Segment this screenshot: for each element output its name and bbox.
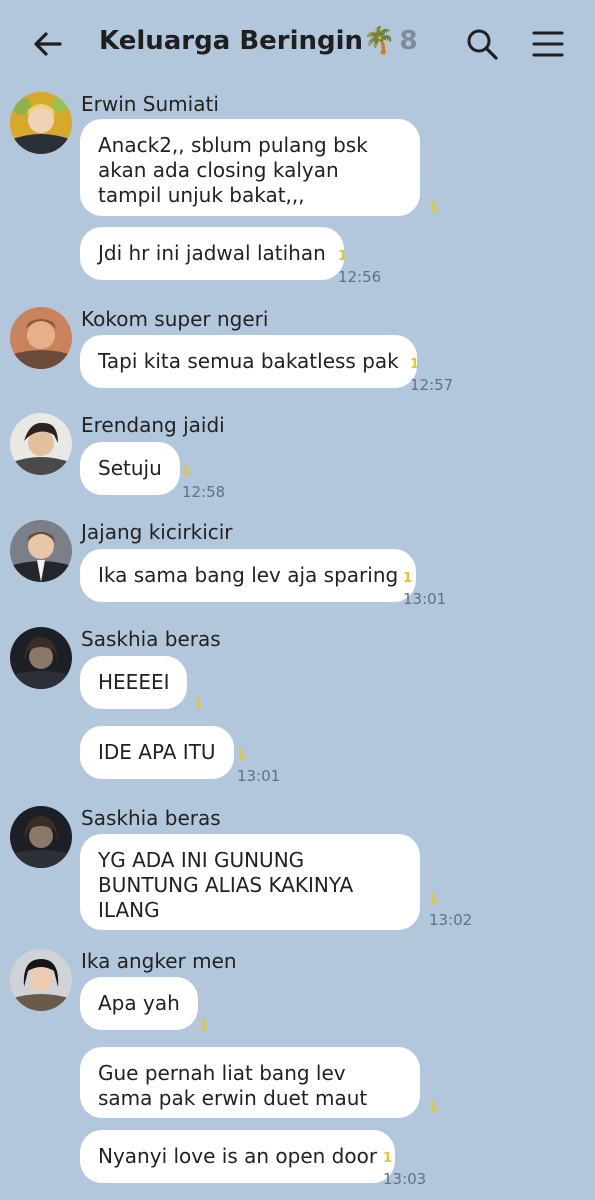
group-name: Keluarga Beringin🌴 bbox=[99, 26, 396, 56]
read-count: 1 bbox=[383, 1151, 393, 1166]
avatar-kokom[interactable] bbox=[10, 307, 72, 369]
sender-name: Erwin Sumiati bbox=[81, 92, 219, 116]
sender-name: Ika angker men bbox=[81, 949, 237, 973]
message-bubble[interactable]: Nyanyi love is an open door bbox=[80, 1130, 396, 1183]
message-time: 13:03 bbox=[383, 1170, 427, 1188]
avatar-saskhia[interactable] bbox=[10, 806, 72, 868]
message-text: Apa yah bbox=[98, 991, 180, 1015]
message-bubble[interactable]: HEEEEI bbox=[80, 656, 188, 709]
sender-name: Saskhia beras bbox=[81, 806, 221, 830]
message-time: 13:02 bbox=[429, 911, 473, 929]
message-time: 13:01 bbox=[237, 767, 281, 785]
message-text: Anack2,, sblum pulang bsk akan ada closi… bbox=[98, 133, 368, 207]
member-count: 8 bbox=[399, 26, 418, 56]
read-count: 1 bbox=[429, 1100, 439, 1115]
read-count: 1 bbox=[338, 249, 348, 264]
message-text: HEEEEI bbox=[98, 670, 170, 694]
avatar-jajang[interactable] bbox=[10, 520, 72, 582]
search-icon[interactable] bbox=[464, 26, 500, 62]
message-bubble[interactable]: Gue pernah liat bang lev sama pak erwin … bbox=[80, 1047, 420, 1118]
message-time: 12:56 bbox=[338, 268, 382, 286]
message-bubble[interactable]: Setuju bbox=[80, 442, 180, 495]
chat-header: Keluarga Beringin🌴 8 bbox=[0, 0, 595, 88]
message-text: Tapi kita semua bakatless pak bbox=[98, 349, 399, 373]
read-count: 1 bbox=[237, 748, 247, 763]
avatar-erendang[interactable] bbox=[10, 413, 72, 475]
chat-title[interactable]: Keluarga Beringin🌴 8 bbox=[99, 26, 418, 56]
message-text: Nyanyi love is an open door bbox=[98, 1144, 378, 1168]
message-time: 12:58 bbox=[182, 483, 226, 501]
sender-name: Kokom super ngeri bbox=[81, 307, 269, 331]
avatar-saskhia[interactable] bbox=[10, 627, 72, 689]
message-bubble[interactable]: Apa yah bbox=[80, 977, 198, 1030]
sender-name: Jajang kicirkicir bbox=[81, 520, 233, 544]
sender-name: Saskhia beras bbox=[81, 627, 221, 651]
message-time: 13:01 bbox=[403, 590, 447, 608]
read-count: 1 bbox=[182, 464, 192, 479]
message-text: Ika sama bang lev aja sparing bbox=[98, 563, 399, 587]
message-text: Gue pernah liat bang lev sama pak erwin … bbox=[98, 1061, 368, 1110]
message-text: Jdi hr ini jadwal latihan bbox=[98, 241, 326, 265]
sender-name: Erendang jaidi bbox=[81, 413, 225, 437]
message-bubble[interactable]: Jdi hr ini jadwal latihan bbox=[80, 227, 344, 280]
message-text: Setuju bbox=[98, 456, 162, 480]
read-count: 1 bbox=[194, 697, 204, 712]
read-count: 1 bbox=[429, 200, 439, 215]
avatar-erwin[interactable] bbox=[10, 92, 72, 154]
read-count: 1 bbox=[199, 1018, 209, 1033]
message-bubble[interactable]: IDE APA ITU bbox=[80, 726, 234, 779]
message-bubble[interactable]: Anack2,, sblum pulang bsk akan ada closi… bbox=[80, 119, 420, 216]
avatar-ika[interactable] bbox=[10, 949, 72, 1011]
message-bubble[interactable]: YG ADA INI GUNUNG BUNTUNG ALIAS KAKINYA … bbox=[80, 834, 420, 930]
arrow-left-icon[interactable] bbox=[30, 26, 66, 62]
message-bubble[interactable]: Tapi kita semua bakatless pak bbox=[80, 335, 417, 388]
message-text: YG ADA INI GUNUNG BUNTUNG ALIAS KAKINYA … bbox=[98, 848, 354, 922]
message-bubble[interactable]: Ika sama bang lev aja sparing bbox=[80, 549, 417, 602]
hamburger-menu-icon[interactable] bbox=[530, 26, 566, 62]
read-count: 1 bbox=[410, 357, 420, 372]
message-time: 12:57 bbox=[410, 376, 454, 394]
read-count: 1 bbox=[403, 571, 413, 586]
message-text: IDE APA ITU bbox=[98, 740, 216, 764]
read-count: 1 bbox=[429, 892, 439, 907]
